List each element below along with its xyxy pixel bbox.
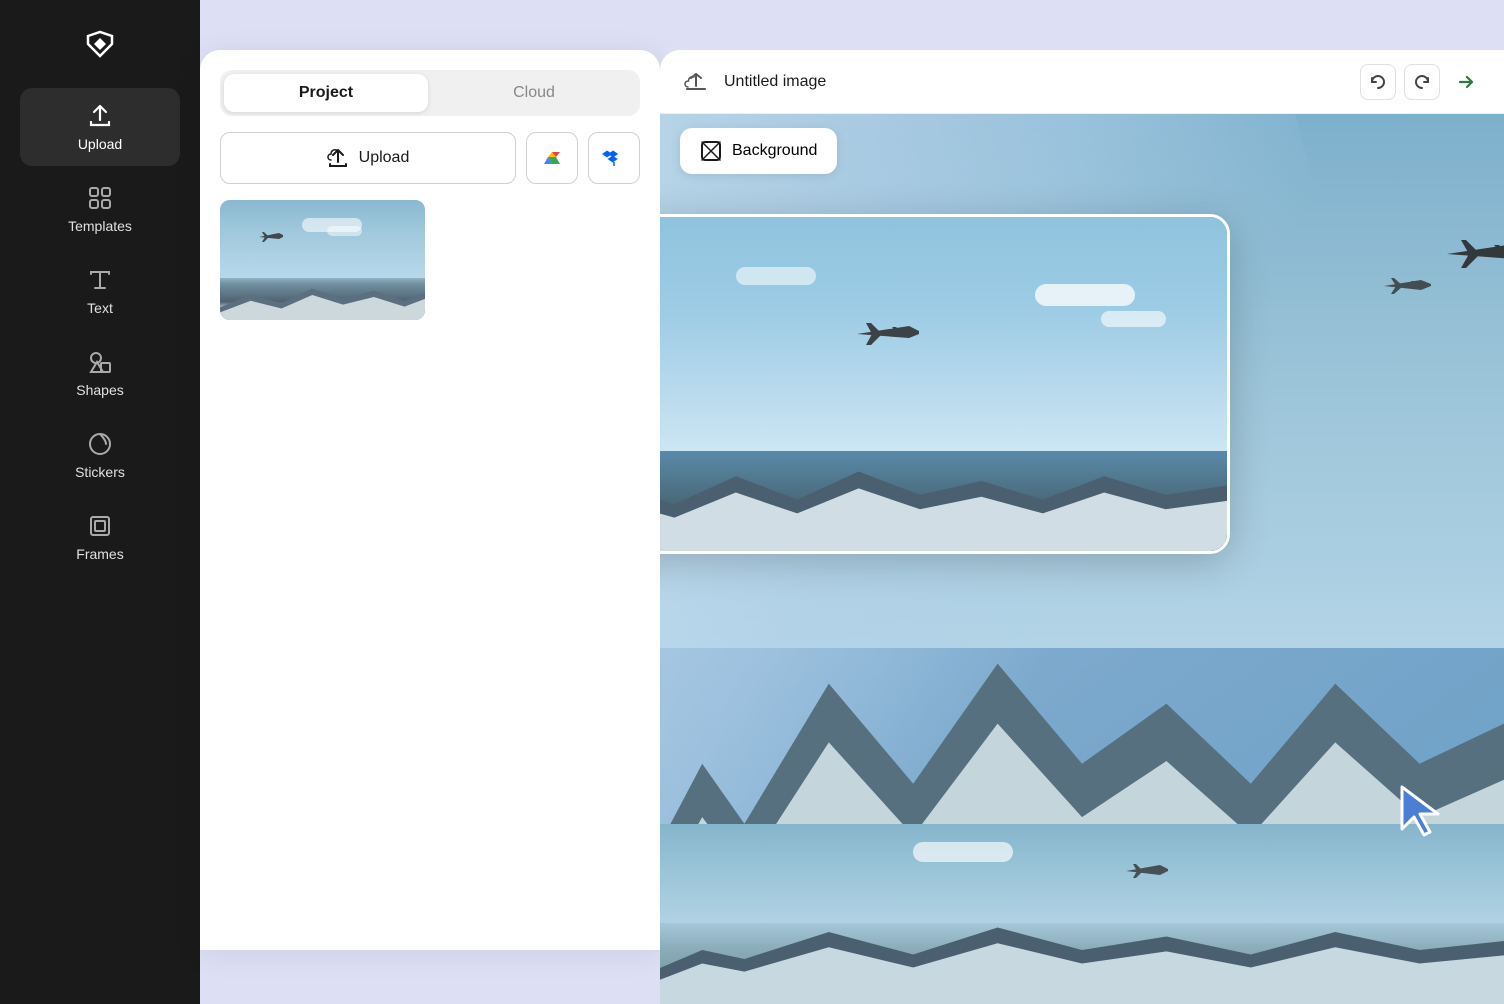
text-icon: [86, 266, 114, 294]
sidebar-item-label-stickers: Stickers: [75, 464, 125, 480]
redo-button[interactable]: [1404, 64, 1440, 100]
undo-icon: [1369, 73, 1387, 91]
templates-icon: [86, 184, 114, 212]
dropbox-icon: [602, 146, 626, 170]
airplane-thumbnail-icon: [257, 230, 285, 244]
send-icon: [1456, 72, 1476, 92]
frames-icon: [86, 512, 114, 540]
upload-actions: Upload: [220, 132, 640, 184]
tabs-row: Project Cloud: [220, 70, 640, 116]
sidebar-item-upload[interactable]: Upload: [20, 88, 180, 166]
shapes-icon: [86, 348, 114, 376]
canvas-visual: [660, 114, 1504, 1004]
sidebar-item-templates[interactable]: Templates: [20, 170, 180, 248]
header-bar: Untitled image: [660, 50, 1504, 114]
right-airplane-icon: [1444, 234, 1504, 274]
header-title: Untitled image: [724, 73, 1348, 91]
header-upload-cloud-icon: [680, 66, 712, 98]
sidebar-item-label-upload: Upload: [78, 136, 122, 152]
header-actions: [1360, 64, 1484, 100]
dropbox-button[interactable]: [588, 132, 640, 184]
right-airplane-container: [1444, 234, 1504, 279]
cursor: [1396, 783, 1444, 844]
google-drive-button[interactable]: [526, 132, 578, 184]
google-drive-icon: [540, 146, 564, 170]
app-logo[interactable]: [76, 20, 124, 68]
bottom-image-strip: [660, 824, 1504, 1004]
stickers-icon: [86, 430, 114, 458]
sidebar-item-label-text: Text: [87, 300, 113, 316]
sidebar-item-stickers[interactable]: Stickers: [20, 416, 180, 494]
sidebar-item-frames[interactable]: Frames: [20, 498, 180, 576]
upload-cloud-icon: [327, 147, 349, 169]
background-airplane-icon: [1381, 274, 1436, 298]
sidebar-item-label-shapes: Shapes: [76, 382, 123, 398]
upload-icon: [86, 102, 114, 130]
thumbnail-grid: [220, 200, 640, 320]
sidebar-item-label-templates: Templates: [68, 218, 132, 234]
send-button[interactable]: [1448, 64, 1484, 100]
main-image-card[interactable]: [660, 214, 1230, 554]
background-icon: [700, 140, 722, 162]
sidebar-item-shapes[interactable]: Shapes: [20, 334, 180, 412]
upload-button[interactable]: Upload: [220, 132, 516, 184]
main-airplane-icon: [854, 319, 924, 349]
upload-panel: Project Cloud Upload: [200, 50, 660, 950]
sidebar-item-text[interactable]: Text: [20, 252, 180, 330]
background-button[interactable]: Background: [680, 128, 837, 174]
sidebar-item-label-frames: Frames: [76, 546, 123, 562]
tab-project[interactable]: Project: [224, 74, 428, 112]
tab-cloud[interactable]: Cloud: [432, 74, 636, 112]
bottom-airplane-icon: [1124, 860, 1174, 882]
redo-icon: [1413, 73, 1431, 91]
undo-button[interactable]: [1360, 64, 1396, 100]
sidebar: Upload Templates Text: [0, 0, 200, 1004]
thumbnail-item[interactable]: [220, 200, 425, 320]
